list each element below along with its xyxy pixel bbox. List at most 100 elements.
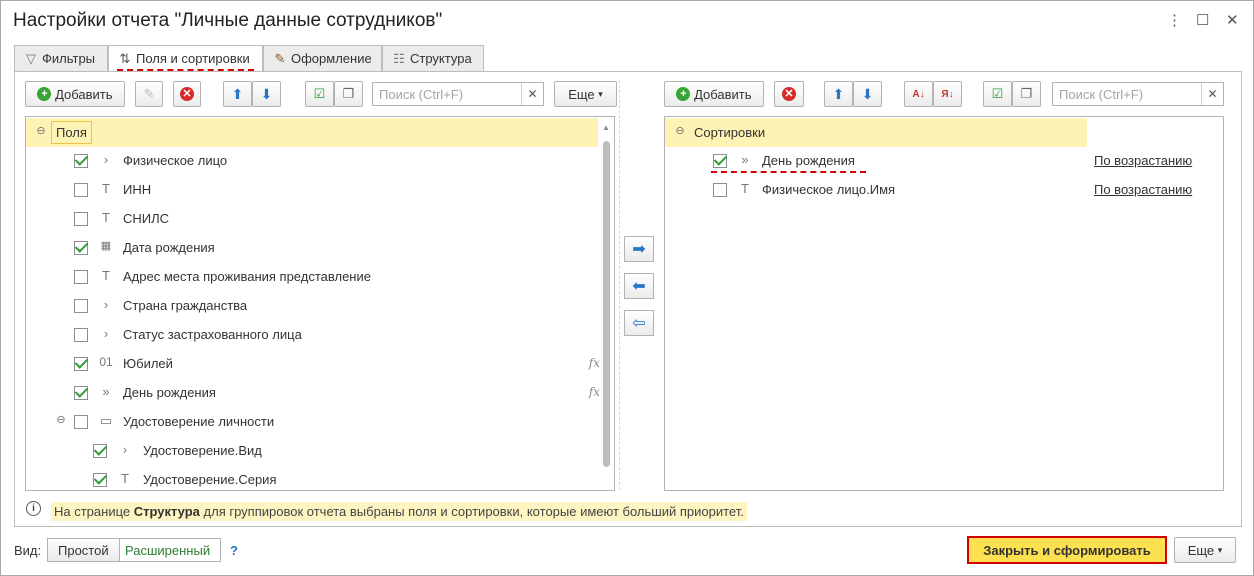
left-search-input[interactable]: Поиск (Ctrl+F) ✕: [372, 82, 544, 106]
view-simple-button[interactable]: Простой: [47, 538, 120, 562]
move-up-button[interactable]: ⬆: [223, 81, 252, 107]
collapse-icon[interactable]: ⊖: [672, 124, 688, 137]
field-row[interactable]: › Страна гражданства: [26, 291, 614, 320]
calendar-icon: ▦: [100, 240, 112, 252]
number-type-icon: 01: [99, 355, 113, 369]
fields-sort-icon: ⇅: [119, 51, 131, 66]
collapse-icon[interactable]: ⊖: [53, 413, 69, 426]
move-from-sort-button[interactable]: ⬅: [624, 273, 654, 299]
uncheck-all-button[interactable]: ❐: [334, 81, 363, 107]
clear-search-icon[interactable]: ✕: [521, 83, 543, 105]
scroll-up-icon[interactable]: ▲: [602, 123, 610, 132]
field-row[interactable]: › Физическое лицо: [26, 146, 614, 175]
tab-fields-sort[interactable]: ⇅ Поля и сортировки: [108, 45, 263, 73]
tab-structure[interactable]: ☷ Структура: [382, 45, 484, 72]
chevron-right-icon: ›: [103, 152, 109, 167]
text-type-icon: T: [102, 268, 110, 283]
tab-filters[interactable]: ▽ Фильтры: [14, 45, 108, 72]
field-checkbox[interactable]: [93, 473, 107, 487]
pencil-icon: ✎: [143, 86, 155, 101]
field-checkbox[interactable]: [74, 328, 88, 342]
sort-descending-icon: Я↓: [941, 88, 954, 100]
field-row[interactable]: T Удостоверение.Серия: [26, 465, 614, 490]
check-all-button[interactable]: ☑: [305, 81, 334, 107]
uncheck-all-icon: ❐: [1020, 86, 1033, 101]
right-search-input[interactable]: Поиск (Ctrl+F) ✕: [1052, 82, 1224, 106]
sort-direction-link[interactable]: По возрастанию: [1094, 153, 1192, 168]
scrollbar-thumb[interactable]: [603, 141, 610, 467]
close-icon[interactable]: ✕: [1226, 11, 1239, 29]
left-more-button[interactable]: Еще ▾: [554, 81, 617, 107]
sort-checkbox[interactable]: [713, 183, 727, 197]
arrow-down-icon: ⬇: [260, 85, 273, 102]
sort-tree[interactable]: ⊖ Сортировки » День рождения По возраста…: [664, 116, 1224, 491]
filter-icon: ▽: [26, 51, 36, 66]
sort-row[interactable]: T Физическое лицо.Имя По возрастанию: [665, 175, 1223, 204]
tab-content: + Добавить ✎ ✕ ⬆ ⬇ ☑ ❐ Поиск (Ctrl+F) ✕ …: [14, 71, 1242, 527]
move-all-from-sort-button[interactable]: ⇦: [624, 310, 654, 336]
tab-appearance[interactable]: ✎ Оформление: [263, 45, 382, 72]
arrow-left-icon: ⬅: [632, 278, 646, 295]
more-actions-icon[interactable]: ⋮: [1167, 11, 1182, 29]
sort-checkbox[interactable]: [713, 154, 727, 168]
fields-scrollbar[interactable]: ▲: [599, 119, 613, 488]
field-checkbox[interactable]: [74, 154, 88, 168]
check-all-icon: ☑: [991, 86, 1004, 101]
field-checkbox[interactable]: [74, 183, 88, 197]
collapse-icon[interactable]: ⊖: [33, 124, 49, 137]
bottom-more-button[interactable]: Еще ▾: [1174, 537, 1236, 563]
fields-root-row[interactable]: ⊖ Поля: [26, 118, 598, 147]
structure-icon: ☷: [393, 51, 405, 66]
move-down-button[interactable]: ⬇: [252, 81, 281, 107]
sort-ascending-button[interactable]: А↓: [904, 81, 933, 107]
delete-sort-button[interactable]: ✕: [774, 81, 804, 107]
arrow-up-icon: ⬆: [832, 85, 845, 102]
move-to-sort-button[interactable]: ➡: [624, 236, 654, 262]
field-row[interactable]: 01 Юбилей fx: [26, 349, 614, 378]
sort-move-up-button[interactable]: ⬆: [824, 81, 853, 107]
field-row[interactable]: » День рождения fx: [26, 378, 614, 407]
text-type-icon: T: [741, 181, 749, 196]
chevron-right-icon: ›: [103, 326, 109, 341]
edit-button[interactable]: ✎: [135, 81, 163, 107]
field-checkbox[interactable]: [74, 299, 88, 313]
structure-link: Структура: [133, 504, 200, 519]
help-link[interactable]: ?: [230, 543, 238, 558]
field-row[interactable]: ⊖ ▭ Удостоверение личности: [26, 407, 614, 436]
field-checkbox[interactable]: [74, 270, 88, 284]
sort-descending-button[interactable]: Я↓: [933, 81, 962, 107]
plus-icon: +: [37, 87, 52, 101]
field-checkbox[interactable]: [74, 357, 88, 371]
field-row[interactable]: ▦ Дата рождения: [26, 233, 614, 262]
sort-row[interactable]: » День рождения По возрастанию: [665, 146, 1223, 175]
panel-divider: [619, 80, 620, 490]
sort-move-down-button[interactable]: ⬇: [853, 81, 882, 107]
delete-button[interactable]: ✕: [173, 81, 201, 107]
arrow-up-icon: ⬆: [231, 85, 244, 102]
clear-search-icon[interactable]: ✕: [1201, 83, 1223, 105]
field-checkbox[interactable]: [74, 415, 88, 429]
field-checkbox[interactable]: [93, 444, 107, 458]
info-icon: i: [26, 499, 41, 516]
sort-check-all-button[interactable]: ☑: [983, 81, 1012, 107]
field-row[interactable]: T СНИЛС: [26, 204, 614, 233]
field-checkbox[interactable]: [74, 386, 88, 400]
sort-root-row[interactable]: ⊖ Сортировки: [665, 118, 1087, 147]
view-extended-button[interactable]: Расширенный: [115, 538, 222, 562]
field-checkbox[interactable]: [74, 212, 88, 226]
field-checkbox[interactable]: [74, 241, 88, 255]
maximize-icon[interactable]: ☐: [1196, 11, 1209, 29]
close-and-generate-button[interactable]: Закрыть и сформировать: [967, 536, 1167, 564]
sort-direction-link[interactable]: По возрастанию: [1094, 182, 1192, 197]
field-row[interactable]: T ИНН: [26, 175, 614, 204]
arrow-left-all-icon: ⇦: [632, 315, 646, 332]
fields-tree[interactable]: ⊖ Поля › Физическое лицо T ИНН T СНИЛС ▦: [25, 116, 615, 491]
sort-uncheck-all-button[interactable]: ❐: [1012, 81, 1041, 107]
info-message: На странице Структура для группировок от…: [51, 502, 747, 521]
arrow-down-icon: ⬇: [861, 85, 874, 102]
field-row[interactable]: › Статус застрахованного лица: [26, 320, 614, 349]
field-row[interactable]: › Удостоверение.Вид: [26, 436, 614, 465]
field-row[interactable]: T Адрес места проживания представление: [26, 262, 614, 291]
add-sort-button[interactable]: + Добавить: [664, 81, 764, 107]
add-field-button[interactable]: + Добавить: [25, 81, 125, 107]
